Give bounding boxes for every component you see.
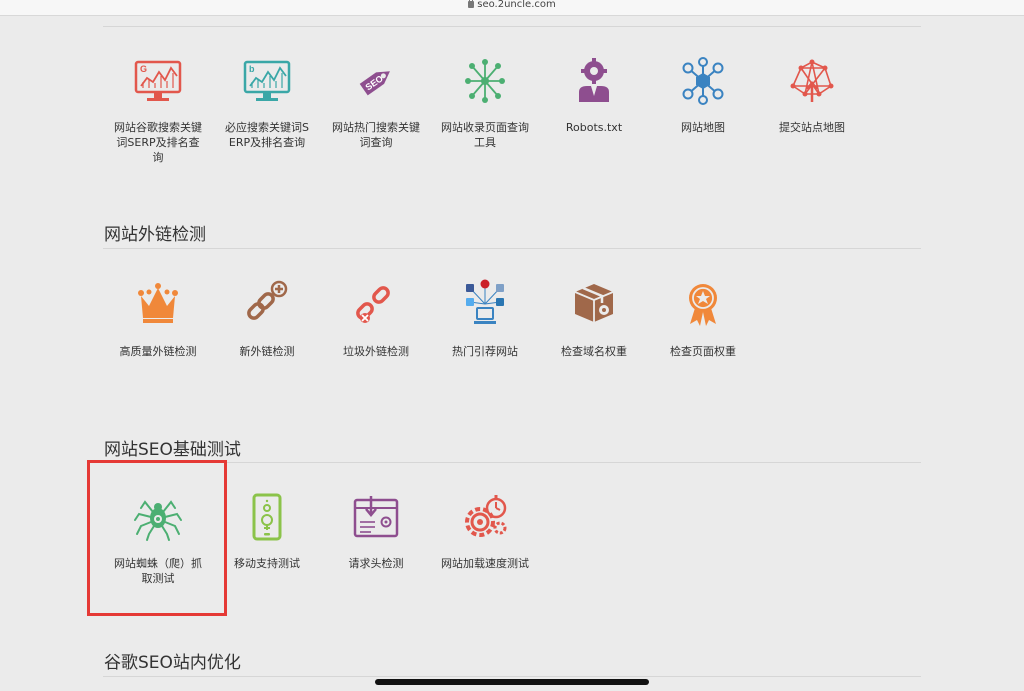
- tool-domain-authority[interactable]: 检查域名权重: [539, 278, 649, 359]
- tool-label: 移动支持测试: [234, 557, 300, 570]
- tool-label: 检查页面权重: [670, 345, 736, 358]
- section-divider: [103, 248, 921, 249]
- tool-quality-backlinks[interactable]: 高质量外链检测: [103, 278, 213, 359]
- domain-box-gear-icon: [574, 284, 614, 322]
- tool-label: 新外链检测: [239, 345, 295, 358]
- tool-label: 请求头检测: [348, 557, 404, 570]
- tool-new-backlinks[interactable]: 新外链检测: [212, 278, 322, 359]
- tool-robots-txt[interactable]: Robots.txt: [539, 56, 649, 135]
- robot-gear-icon: [579, 58, 609, 102]
- tool-label: 网站谷歌搜索关键词SERP及排名查询: [114, 121, 202, 164]
- tool-label: 网站收录页面查询工具: [441, 121, 529, 149]
- tool-label: 网站加载速度测试: [441, 557, 529, 570]
- tool-label: 检查域名权重: [561, 345, 627, 358]
- social-referrer-icon: [466, 279, 504, 324]
- indexed-pages-network-icon: [465, 59, 505, 103]
- submit-sitemap-icon: [790, 59, 834, 102]
- bing-serp-chart-icon: b: [243, 60, 291, 101]
- section-title-seo-basics: 网站SEO基础测试: [104, 440, 241, 460]
- page-rank-badge-icon: [689, 284, 717, 326]
- tool-label: 高质量外链检测: [119, 345, 197, 358]
- tool-label: 垃圾外链检测: [343, 345, 409, 358]
- section-title-onpage-optimization: 谷歌SEO站内优化: [104, 653, 241, 673]
- svg-text:b: b: [249, 64, 255, 74]
- section-divider: [103, 676, 921, 677]
- tool-sitemap[interactable]: 网站地图: [648, 56, 758, 135]
- seo-tag-icon: SEO: [359, 71, 390, 96]
- speed-gears-icon: [465, 495, 507, 537]
- add-link-icon: [247, 280, 288, 320]
- tool-mobile-support[interactable]: 移动支持测试: [212, 492, 322, 571]
- tool-spam-backlinks[interactable]: 垃圾外链检测: [321, 278, 431, 359]
- tool-google-serp[interactable]: G 网站谷歌搜索关键词SERP及排名查询: [103, 56, 213, 165]
- tool-hot-keywords[interactable]: SEO 网站热门搜索关键词查询: [321, 56, 431, 150]
- request-header-icon: [353, 496, 399, 538]
- tool-page-speed[interactable]: 网站加载速度测试: [430, 492, 540, 571]
- crown-icon: [138, 283, 178, 323]
- svg-text:G: G: [140, 64, 147, 74]
- section-divider: [103, 26, 921, 27]
- google-serp-chart-icon: G: [134, 60, 182, 101]
- tool-label: 热门引荐网站: [452, 345, 518, 358]
- section-title-backlinks: 网站外链检测: [104, 225, 206, 245]
- tool-bing-serp[interactable]: b 必应搜索关键词SERP及排名查询: [212, 56, 322, 150]
- tool-label: 必应搜索关键词SERP及排名查询: [225, 121, 309, 149]
- remove-link-icon: [356, 286, 390, 323]
- highlight-box: [87, 460, 227, 616]
- home-indicator[interactable]: [375, 679, 649, 685]
- tool-label: 提交站点地图: [779, 121, 845, 134]
- tool-page-authority[interactable]: 检查页面权重: [648, 278, 758, 359]
- tool-top-referrers[interactable]: 热门引荐网站: [430, 278, 540, 359]
- tool-submit-sitemap[interactable]: 提交站点地图: [757, 56, 867, 135]
- tool-label: Robots.txt: [565, 121, 623, 134]
- tool-label: 网站地图: [681, 121, 725, 134]
- tool-label: 网站热门搜索关键词查询: [332, 121, 420, 149]
- tool-request-headers[interactable]: 请求头检测: [321, 492, 431, 571]
- sitemap-hexagon-icon: [682, 57, 724, 105]
- mobile-support-icon: [252, 493, 282, 541]
- tool-indexed-pages[interactable]: 网站收录页面查询工具: [430, 56, 540, 150]
